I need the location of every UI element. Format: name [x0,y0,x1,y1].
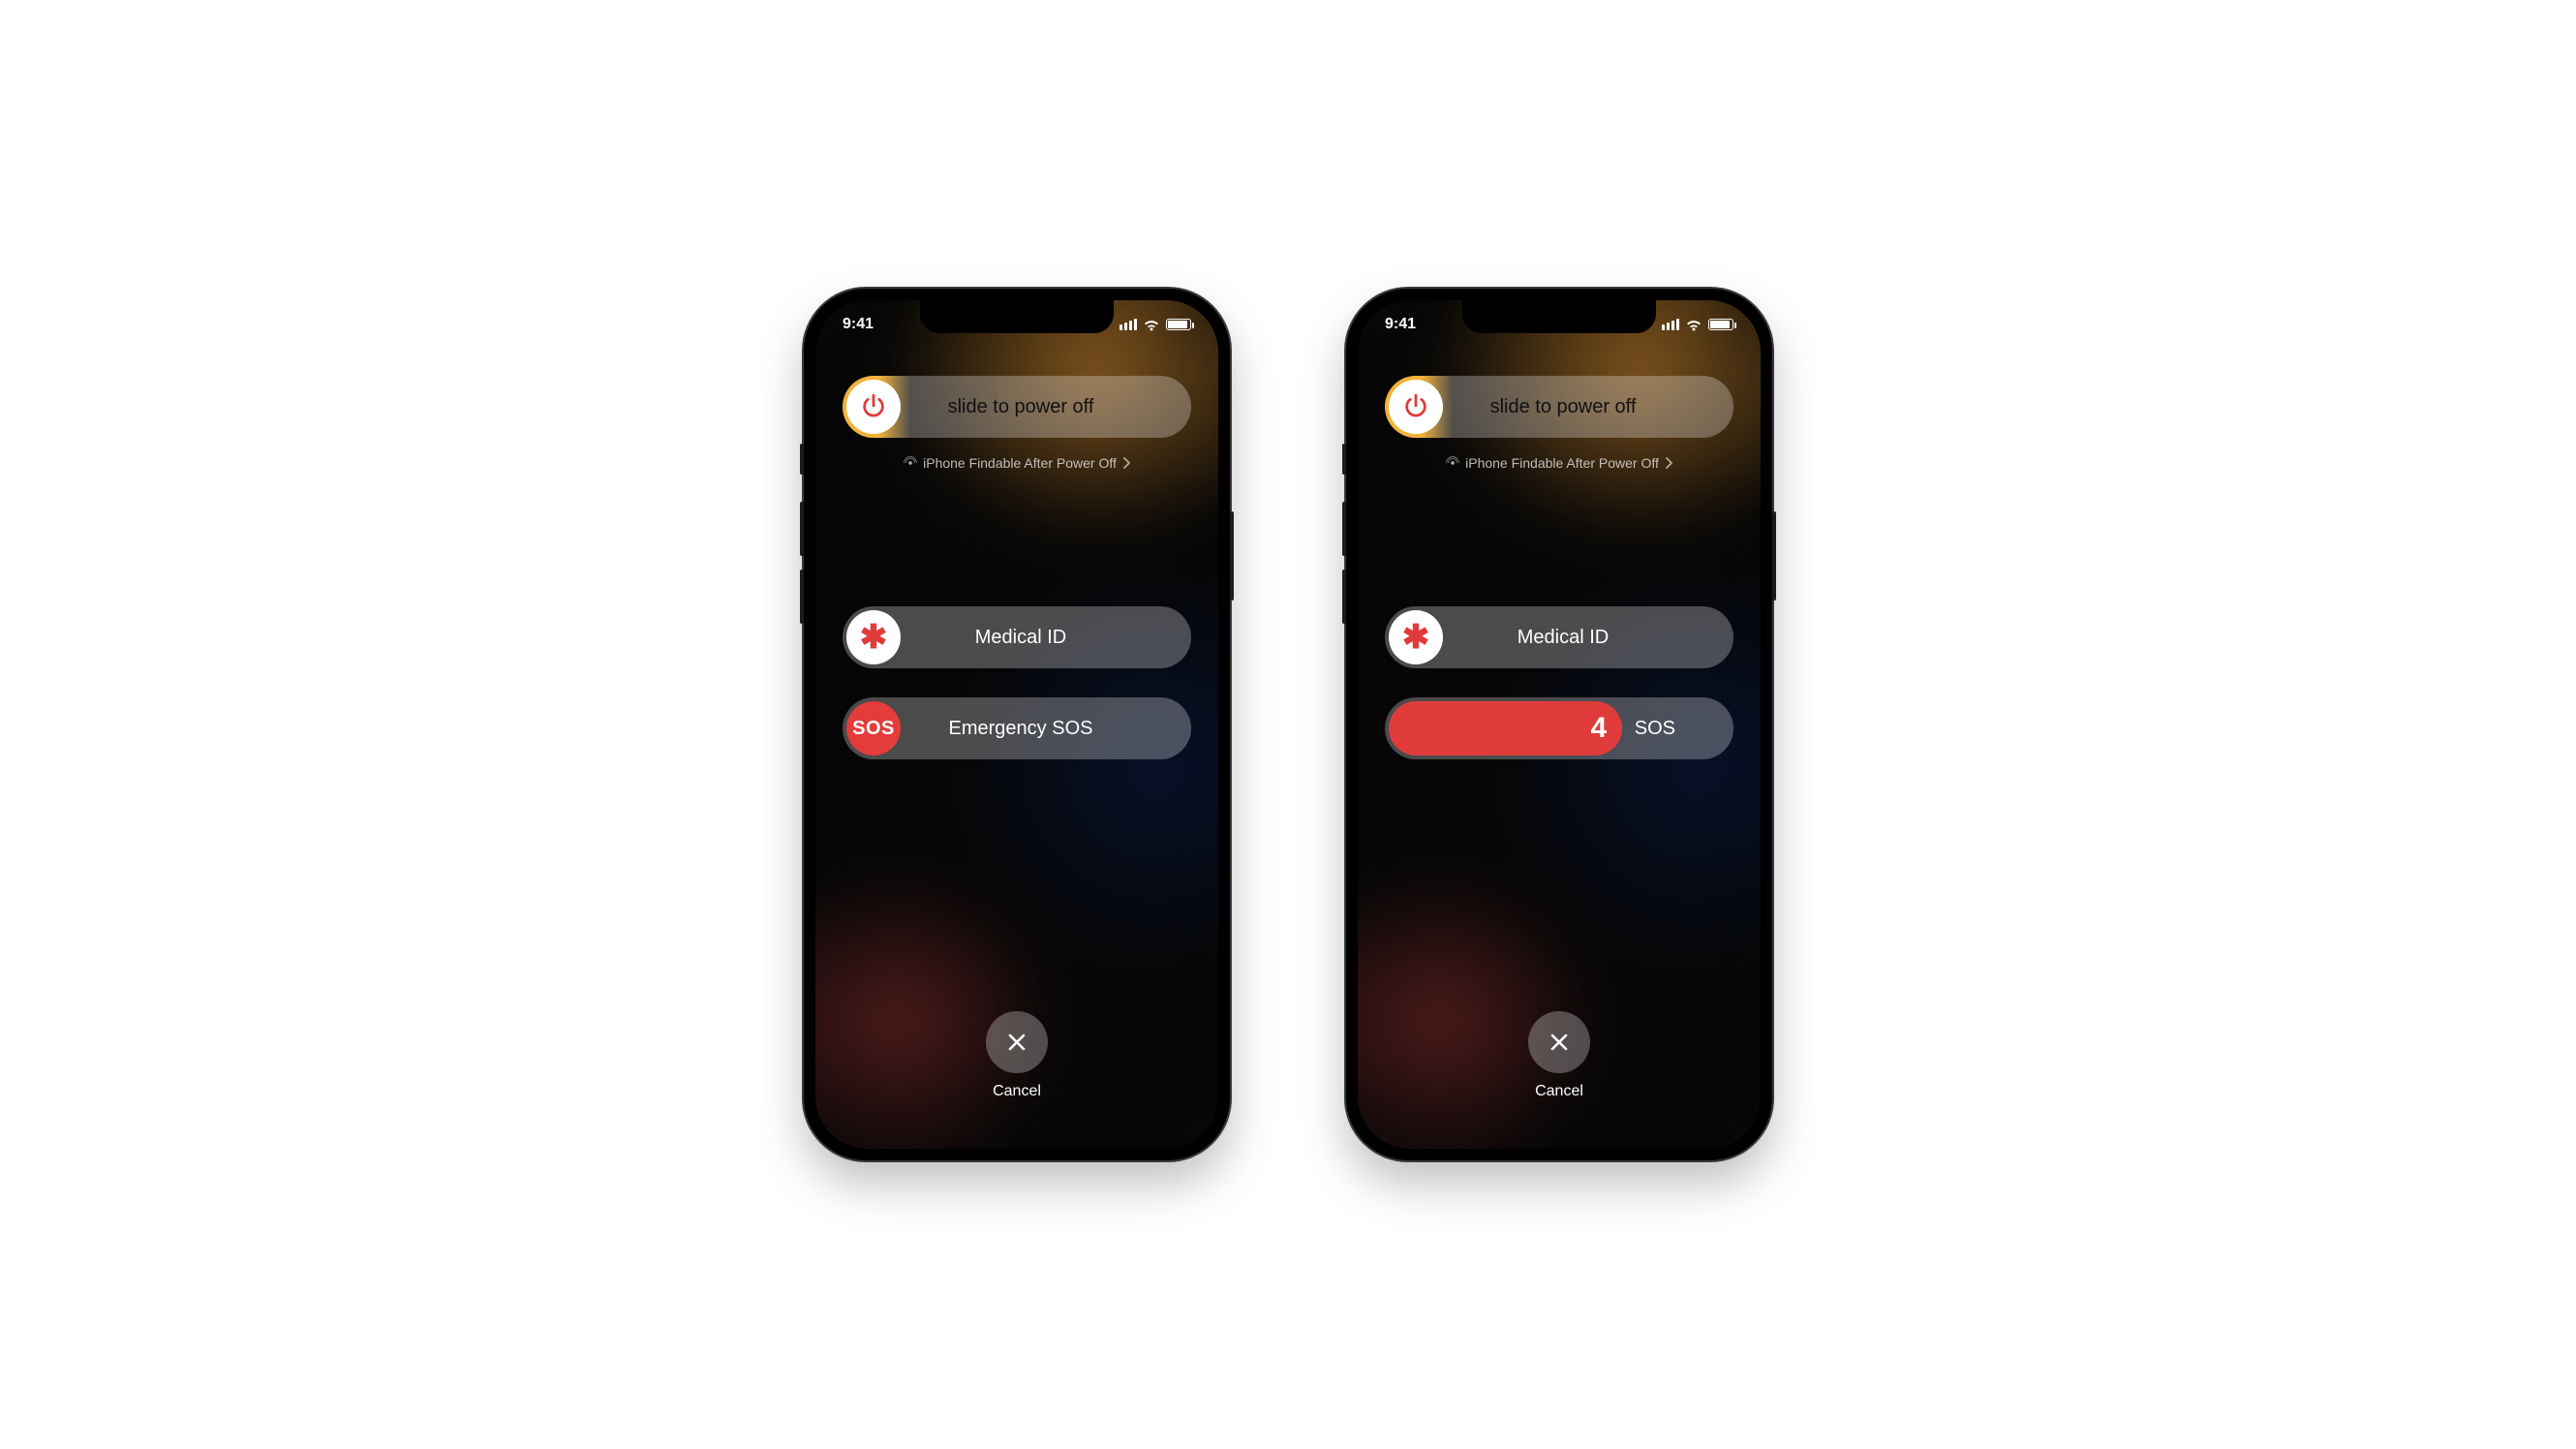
medical-id-knob[interactable]: ✱ [846,610,901,664]
wifi-icon [1143,318,1160,331]
chevron-right-icon [1665,457,1672,469]
power-off-label: slide to power off [905,396,1191,418]
cancel-label: Cancel [1535,1083,1583,1100]
chevron-right-icon [1122,457,1130,469]
power-off-slider[interactable]: slide to power off [843,376,1191,438]
sos-icon: SOS [852,718,895,740]
power-off-knob[interactable] [846,380,901,434]
side-button [1772,511,1776,601]
signal-icon [1662,319,1679,330]
status-time: 9:41 [843,316,874,333]
findable-hint-text: iPhone Findable After Power Off [1465,455,1659,471]
power-icon [1402,393,1429,420]
side-button [1342,444,1346,475]
notch [1462,300,1656,333]
cancel-button[interactable] [1528,1011,1590,1073]
find-my-icon [904,456,917,470]
medical-id-label: Medical ID [1447,627,1733,649]
findable-hint[interactable]: iPhone Findable After Power Off [1385,455,1733,471]
side-button [800,502,804,556]
notch [920,300,1114,333]
side-button [1342,570,1346,624]
wifi-icon [1685,318,1702,331]
medical-id-slider[interactable]: ✱ Medical ID [1385,606,1733,668]
cancel-button[interactable] [986,1011,1048,1073]
side-button [1230,511,1234,601]
power-off-label: slide to power off [1447,396,1733,418]
findable-hint[interactable]: iPhone Findable After Power Off [843,455,1191,471]
medical-id-knob[interactable]: ✱ [1389,610,1443,664]
close-icon [1005,1031,1028,1054]
sos-trail-label: SOS [1635,697,1675,759]
phone-frame-right: 9:41 slide to power off [1346,289,1772,1160]
battery-icon [1708,319,1733,330]
emergency-sos-knob[interactable]: SOS [846,701,901,755]
sos-countdown-fill: 4 [1389,701,1622,755]
signal-icon [1119,319,1137,330]
find-my-icon [1446,456,1459,470]
asterisk-icon: ✱ [860,621,888,654]
screen: 9:41 slide to power off [1358,300,1761,1149]
emergency-sos-countdown[interactable]: SOS 4 [1385,697,1733,759]
findable-hint-text: iPhone Findable After Power Off [923,455,1117,471]
sos-countdown-value: 4 [1591,712,1608,745]
cancel-label: Cancel [993,1083,1041,1100]
side-button [800,444,804,475]
power-off-slider[interactable]: slide to power off [1385,376,1733,438]
screen: 9:41 slide to power off [815,300,1218,1149]
emergency-sos-slider[interactable]: SOS Emergency SOS [843,697,1191,759]
battery-icon [1166,319,1191,330]
side-button [800,570,804,624]
asterisk-icon: ✱ [1402,621,1430,654]
status-time: 9:41 [1385,316,1416,333]
phone-frame-left: 9:41 slide to power off [804,289,1230,1160]
medical-id-slider[interactable]: ✱ Medical ID [843,606,1191,668]
side-button [1342,502,1346,556]
medical-id-label: Medical ID [905,627,1191,649]
emergency-sos-label: Emergency SOS [905,718,1191,740]
close-icon [1548,1031,1571,1054]
power-off-knob[interactable] [1389,380,1443,434]
power-icon [860,393,887,420]
